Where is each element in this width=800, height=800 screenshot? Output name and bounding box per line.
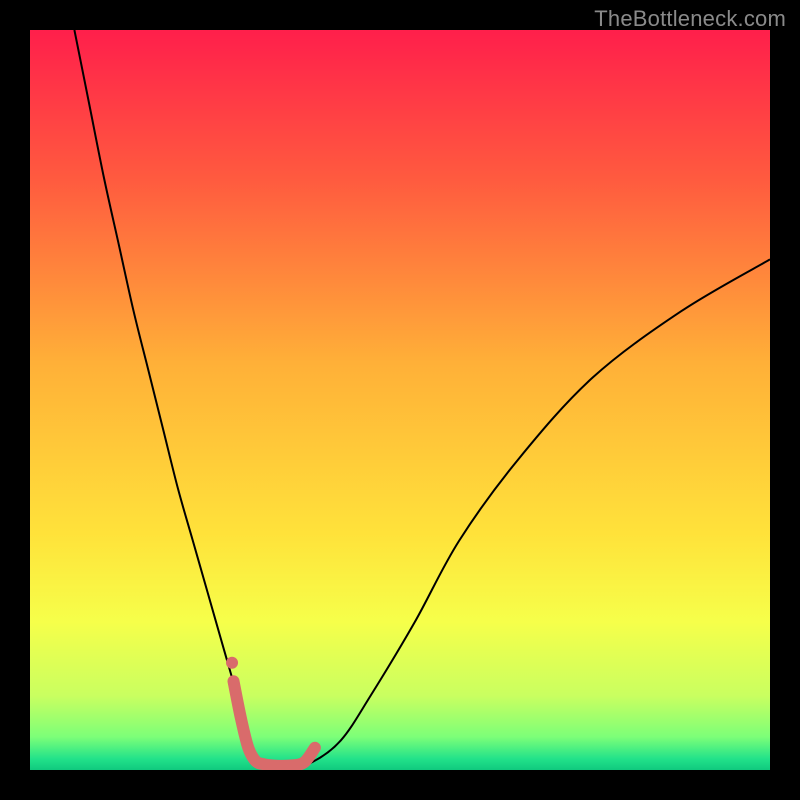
- highlight-dot: [226, 657, 238, 669]
- highlight-band: [234, 681, 315, 766]
- bottleneck-curve: [74, 30, 770, 767]
- curve-layer: [30, 30, 770, 770]
- plot-area: [30, 30, 770, 770]
- watermark-text: TheBottleneck.com: [594, 6, 786, 32]
- chart-frame: TheBottleneck.com: [0, 0, 800, 800]
